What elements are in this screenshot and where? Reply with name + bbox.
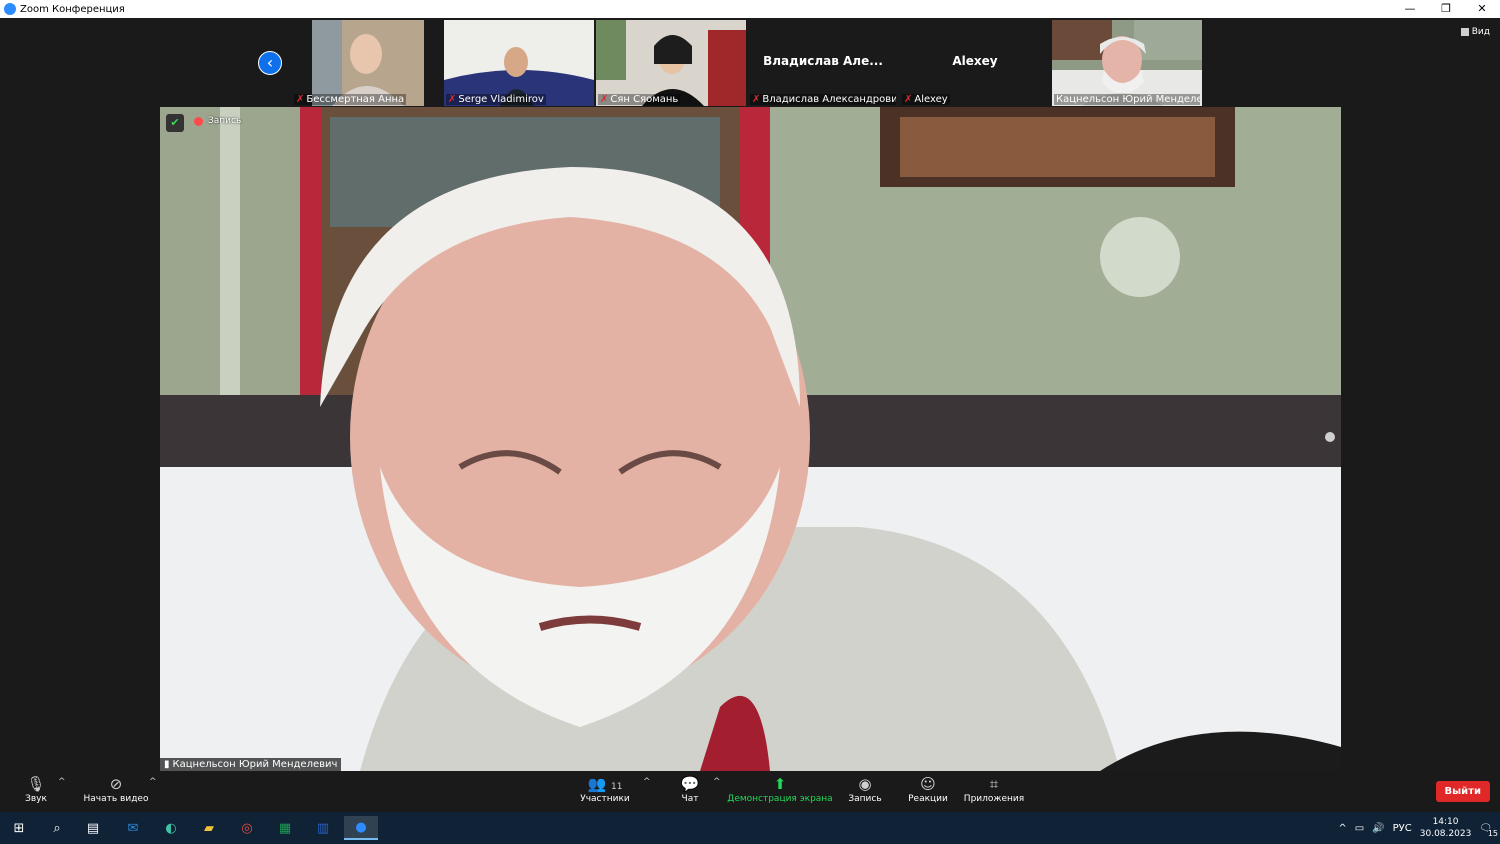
- grid-icon: [1460, 28, 1469, 36]
- share-label: Демонстрация экрана: [727, 794, 833, 804]
- window-title: Zoom Конференция: [20, 3, 125, 15]
- participant-tile[interactable]: Владислав Але... ✗ Владислав Александрови…: [748, 20, 898, 106]
- speaker-video-frame: [160, 107, 1341, 771]
- participant-placeholder-name: Alexey: [952, 54, 998, 68]
- share-screen-button[interactable]: ⬆ Демонстрация экрана: [725, 774, 835, 804]
- participant-tile[interactable]: ✗ Бессмертная Анна: [292, 20, 442, 106]
- participant-tile[interactable]: ✗ Сян Сяомань: [596, 20, 746, 106]
- apps-button[interactable]: ⌗ Приложения: [954, 774, 1034, 804]
- meeting-stage: Вид ‹ ✗ Бессмертная Анна ✗ Serge Vladimiro…: [0, 18, 1500, 771]
- active-speaker-video: ✔ Запись ▮ Кацнельсон Юрий Менделевич: [160, 107, 1341, 771]
- muted-mic-icon: ✗: [904, 94, 913, 105]
- windows-start-icon[interactable]: ⊞: [2, 816, 36, 840]
- participant-name-tag: ✗ Alexey: [902, 94, 950, 105]
- chat-label: Чат: [681, 794, 699, 804]
- zoom-logo-icon: [4, 3, 16, 15]
- record-label: Запись: [848, 794, 882, 804]
- meeting-toolbar: 🎙 Звук ^ ⊘ Начать видео ^ 👥 11 Участники…: [0, 771, 1500, 812]
- audio-label: Звук: [25, 794, 47, 804]
- window-controls: — ❐ ✕: [1392, 0, 1500, 18]
- security-shield-icon[interactable]: ✔: [166, 114, 184, 132]
- muted-mic-icon: ✗: [448, 94, 457, 105]
- input-language[interactable]: РУС: [1393, 823, 1412, 834]
- task-view-icon[interactable]: ▤: [76, 816, 110, 840]
- chat-options-caret[interactable]: ^: [713, 777, 721, 787]
- start-video-button[interactable]: ⊘ Начать видео: [76, 774, 156, 804]
- zoom-taskbar-icon[interactable]: ●: [344, 816, 378, 840]
- system-tray: ^ ▭ 🔊 РУС 14:10 30.08.2023 🗨 15: [1338, 812, 1498, 844]
- video-label: Начать видео: [83, 794, 149, 804]
- restore-button[interactable]: ❐: [1428, 0, 1464, 18]
- previous-page-button[interactable]: ‹: [258, 51, 282, 75]
- participants-label: Участники: [580, 794, 630, 804]
- muted-mic-icon: ✗: [600, 94, 609, 105]
- speaker-name: Кацнельсон Юрий Менделевич: [172, 759, 338, 770]
- muted-mic-icon: ✗: [296, 94, 305, 105]
- participant-placeholder-name: Владислав Але...: [763, 54, 883, 68]
- view-button[interactable]: Вид: [1460, 27, 1490, 37]
- chevron-left-icon: ‹: [266, 53, 274, 72]
- apps-label: Приложения: [963, 794, 1025, 804]
- participants-count: 11: [611, 782, 623, 792]
- notification-count: 15: [1487, 828, 1498, 838]
- speaker-name-tag: ▮ Кацнельсон Юрий Менделевич: [160, 758, 342, 771]
- notification-center-icon[interactable]: 🗨 15: [1479, 823, 1498, 838]
- edge-icon[interactable]: ◐: [154, 816, 188, 840]
- tray-overflow-chevron-icon[interactable]: ^: [1338, 823, 1346, 834]
- participant-name-tag: ✗Владислав Александрович...: [750, 94, 896, 105]
- participant-name-tag: Кацнельсон Юрий Менделев...: [1054, 94, 1200, 105]
- participants-icon: 👥 11: [587, 775, 623, 793]
- apps-icon: ⌗: [989, 775, 999, 793]
- view-button-label: Вид: [1471, 27, 1490, 37]
- participants-button[interactable]: 👥 11 Участники: [565, 774, 645, 804]
- file-explorer-icon[interactable]: ▰: [192, 816, 226, 840]
- participant-name-tag: ✗ Serge Vladimirov: [446, 94, 546, 105]
- muted-mic-icon: ✗: [752, 94, 761, 105]
- participant-tile-active-speaker[interactable]: Кацнельсон Юрий Менделев...: [1052, 20, 1202, 106]
- participants-strip: ✗ Бессмертная Анна ✗ Serge Vladimirov ✗ Сян…: [292, 20, 1202, 106]
- minimize-button[interactable]: —: [1392, 0, 1428, 18]
- window-titlebar: Zoom Конференция — ❐ ✕: [0, 0, 1500, 18]
- recording-indicator[interactable]: Запись: [194, 116, 241, 126]
- network-icon[interactable]: ▭: [1355, 823, 1364, 834]
- clock-date: 30.08.2023: [1419, 829, 1472, 839]
- taskbar-clock[interactable]: 14:10 30.08.2023: [1420, 816, 1472, 840]
- participant-name-tag: ✗ Сян Сяомань: [598, 94, 681, 105]
- signal-bars-icon: ▮: [164, 759, 170, 770]
- participant-tile[interactable]: ✗ Serge Vladimirov: [444, 20, 594, 106]
- participant-tile[interactable]: Alexey ✗ Alexey: [900, 20, 1050, 106]
- close-button[interactable]: ✕: [1464, 0, 1500, 18]
- share-screen-icon: ⬆: [773, 775, 787, 793]
- search-icon[interactable]: ⌕: [40, 816, 74, 840]
- excel-icon[interactable]: ▦: [268, 816, 302, 840]
- word-icon[interactable]: ▥: [306, 816, 340, 840]
- clock-time: 14:10: [1432, 817, 1459, 827]
- audio-options-caret[interactable]: ^: [58, 777, 66, 787]
- chrome-icon[interactable]: ◎: [230, 816, 264, 840]
- video-options-caret[interactable]: ^: [149, 777, 157, 787]
- recording-dot-icon: [194, 116, 203, 126]
- leave-meeting-button[interactable]: Выйти: [1435, 781, 1490, 802]
- windows-taskbar: ⊞ ⌕ ▤ ✉ ◐ ▰ ◎ ▦ ▥ ● ^ ▭ 🔊 РУС 14:10 30.0…: [0, 812, 1500, 844]
- video-off-icon: ⊘: [109, 775, 123, 793]
- outlook-icon[interactable]: ✉: [116, 816, 150, 840]
- volume-icon[interactable]: 🔊: [1372, 823, 1384, 834]
- participant-name-tag: ✗ Бессмертная Анна: [294, 94, 407, 105]
- recording-label: Запись: [208, 116, 242, 126]
- reactions-label: Реакции: [908, 794, 948, 804]
